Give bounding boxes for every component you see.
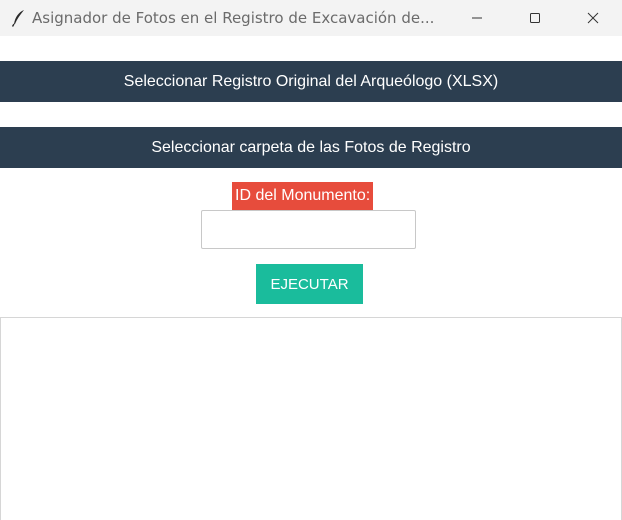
close-icon[interactable] [564,0,622,36]
window-title: Asignador de Fotos en el Registro de Exc… [32,9,435,27]
log-output-area[interactable] [0,317,622,520]
minimize-icon[interactable] [448,0,506,36]
run-button[interactable]: EJECUTAR [256,264,363,304]
window-controls [448,0,622,36]
select-xlsx-button[interactable]: Seleccionar Registro Original del Arqueó… [0,61,622,102]
feather-icon [8,7,30,29]
maximize-icon[interactable] [506,0,564,36]
monument-id-input[interactable] [201,210,416,249]
title-bar[interactable]: Asignador de Fotos en el Registro de Exc… [0,0,622,36]
monument-id-label: ID del Monumento: [232,182,374,210]
app-window: Asignador de Fotos en el Registro de Exc… [0,0,622,520]
select-folder-button[interactable]: Seleccionar carpeta de las Fotos de Regi… [0,127,622,168]
